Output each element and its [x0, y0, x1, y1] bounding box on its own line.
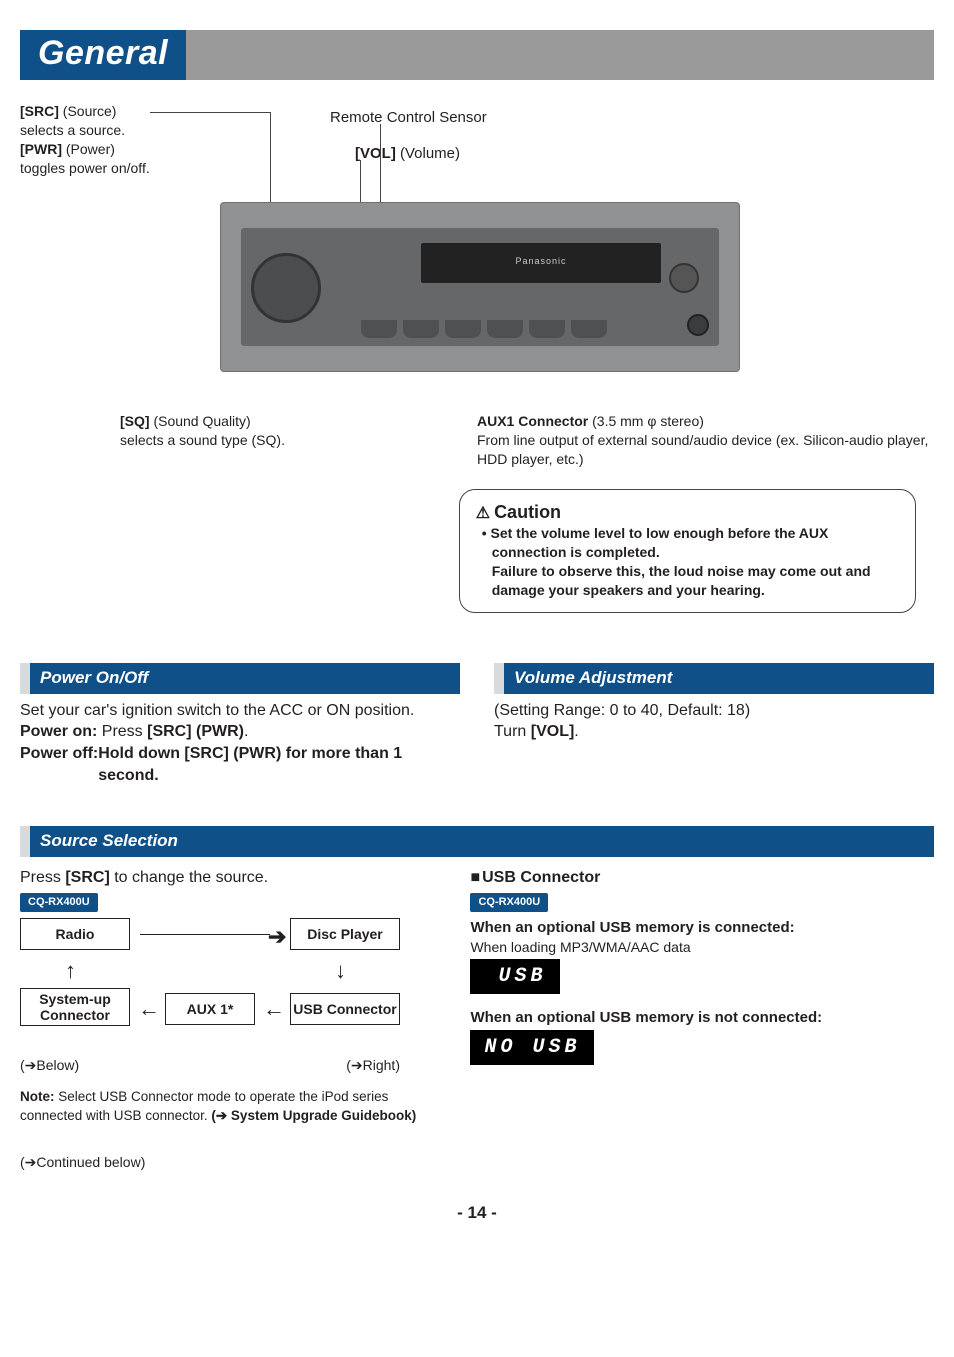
arrow-left-icon: ←	[263, 994, 285, 1024]
arrow-right-icon: ➔	[268, 922, 286, 952]
source-head: Source Selection	[20, 826, 934, 857]
flow-sysup: System-up Connector	[20, 988, 130, 1026]
radio-preset-buttons	[361, 320, 607, 338]
volume-range: (Setting Range: 0 to 40, Default: 18)	[494, 700, 934, 722]
callout-aux-desc2: From line output of external sound/audio…	[477, 431, 934, 469]
radio-aux-jack-icon	[687, 314, 709, 336]
power-head: Power On/Off	[20, 663, 460, 694]
power-on-label: Power on:	[20, 723, 102, 740]
callout-vol-tag: [VOL]	[355, 145, 396, 162]
source-note-label: Note:	[20, 1089, 58, 1104]
power-on-action-b: [SRC] (PWR)	[147, 723, 244, 740]
caution-box: ⚠Caution • Set the volume level to low e…	[459, 489, 916, 613]
callout-pwr-desc1: (Power)	[62, 141, 115, 157]
power-section: Power On/Off Set your car's ignition swi…	[20, 663, 460, 786]
source-row: Press [SRC] to change the source. CQ-RX4…	[20, 867, 934, 1172]
page-title-bar: General	[20, 30, 934, 80]
source-note: Note: Select USB Connector mode to opera…	[20, 1088, 420, 1124]
volume-turn-c: .	[574, 723, 578, 740]
diagram-area: [SRC] (Source) selects a source. [PWR] (…	[20, 102, 934, 402]
power-off-label: Power off:	[20, 743, 98, 786]
lower-callouts: [SQ] (Sound Quality) selects a sound typ…	[20, 412, 934, 469]
square-bullet-icon: ■	[470, 869, 480, 886]
arrow-up-icon: ↑	[65, 956, 76, 986]
arrow-left-icon: ←	[138, 994, 160, 1024]
model-badge: CQ-RX400U	[20, 893, 98, 912]
callout-vol: [VOL] (Volume)	[355, 144, 460, 164]
continued-below: (➔Continued below)	[20, 1153, 440, 1172]
source-right: ■USB Connector CQ-RX400U When an optiona…	[470, 867, 927, 1172]
usb-heading: ■USB Connector	[470, 867, 927, 889]
usb-connected-sub: When loading MP3/WMA/AAC data	[470, 938, 927, 957]
usb-connected-label: When an optional USB memory is connected…	[470, 919, 794, 936]
usb-notconnected-label: When an optional USB memory is not conne…	[470, 1009, 822, 1026]
volume-section: Volume Adjustment (Setting Range: 0 to 4…	[494, 663, 934, 786]
callout-remote: Remote Control Sensor	[330, 108, 487, 128]
usb-head-text: USB Connector	[482, 869, 600, 886]
source-press-a: Press	[20, 869, 65, 886]
source-flow: Radio ➔ Disc Player ↑ ↓ System-up Connec…	[20, 918, 400, 1048]
lcd-usb: USB	[470, 959, 560, 994]
radio-preset-btn	[361, 320, 397, 338]
source-note-body-b: (➔ System Upgrade Guidebook)	[211, 1108, 416, 1123]
volume-turn-b: [VOL]	[531, 723, 575, 740]
callout-sq-desc2: selects a sound type (SQ).	[120, 431, 422, 450]
radio-preset-btn	[403, 320, 439, 338]
radio-illustration: Panasonic	[220, 202, 740, 372]
power-on-action-a: Press	[102, 723, 147, 740]
callout-vol-desc1: (Volume)	[396, 145, 460, 162]
caution-sub: Failure to observe this, the loud noise …	[476, 562, 899, 600]
source-left: Press [SRC] to change the source. CQ-RX4…	[20, 867, 440, 1172]
volume-head: Volume Adjustment	[494, 663, 934, 694]
page-title: General	[20, 30, 186, 80]
radio-usb-port-icon	[669, 263, 699, 293]
flow-radio: Radio	[20, 918, 130, 951]
callout-pwr-desc2: toggles power on/off.	[20, 159, 150, 178]
power-body: Set your car's ignition switch to the AC…	[20, 700, 460, 786]
radio-knob	[251, 253, 321, 323]
warning-icon: ⚠	[476, 505, 490, 522]
callout-aux-desc1: (3.5 mm φ stereo)	[588, 413, 704, 429]
radio-screen: Panasonic	[421, 243, 661, 283]
flow-usb: USB Connector	[290, 993, 400, 1026]
page-number: - 14 -	[20, 1202, 934, 1225]
flow-below: (➔Below)	[20, 1056, 79, 1075]
model-badge: CQ-RX400U	[470, 893, 548, 912]
power-line1: Set your car's ignition switch to the AC…	[20, 700, 460, 722]
radio-face: Panasonic	[241, 228, 719, 346]
source-press-b: [SRC]	[65, 869, 109, 886]
flow-notes: (➔Below) (➔Right)	[20, 1056, 400, 1075]
callout-sq-tag: [SQ]	[120, 413, 150, 429]
volume-body: (Setting Range: 0 to 40, Default: 18) Tu…	[494, 700, 934, 743]
flow-aux1: AUX 1*	[165, 993, 255, 1026]
power-volume-row: Power On/Off Set your car's ignition swi…	[20, 663, 934, 786]
lcd-no-usb: NO USB	[470, 1030, 594, 1065]
callout-sq: [SQ] (Sound Quality) selects a sound typ…	[20, 412, 422, 469]
volume-turn-a: Turn	[494, 723, 531, 740]
callout-aux-tag: AUX1 Connector	[477, 413, 588, 429]
caution-head-text: Caution	[494, 502, 561, 522]
callout-pwr-tag: [PWR]	[20, 141, 62, 157]
callout-src-pwr: [SRC] (Source) selects a source. [PWR] (…	[20, 102, 150, 178]
caution-bullet: • Set the volume level to low enough bef…	[476, 524, 899, 562]
radio-preset-btn	[529, 320, 565, 338]
arrow-down-icon: ↓	[335, 956, 346, 986]
flow-right: (➔Right)	[346, 1056, 400, 1075]
flow-disc: Disc Player	[290, 918, 400, 951]
leader-line	[150, 112, 270, 113]
radio-preset-btn	[487, 320, 523, 338]
power-off-action: Hold down [SRC] (PWR) for more than 1 se…	[98, 743, 460, 786]
callout-src-desc1: (Source)	[59, 103, 117, 119]
flow-line	[140, 934, 270, 935]
caution-heading: ⚠Caution	[476, 500, 899, 525]
radio-preset-btn	[571, 320, 607, 338]
callout-aux: AUX1 Connector (3.5 mm φ stereo) From li…	[477, 412, 934, 469]
power-on-action-c: .	[244, 723, 248, 740]
callout-sq-desc1: (Sound Quality)	[150, 413, 251, 429]
source-press-c: to change the source.	[110, 869, 268, 886]
callout-src-desc2: selects a source.	[20, 121, 150, 140]
radio-preset-btn	[445, 320, 481, 338]
callout-src-tag: [SRC]	[20, 103, 59, 119]
